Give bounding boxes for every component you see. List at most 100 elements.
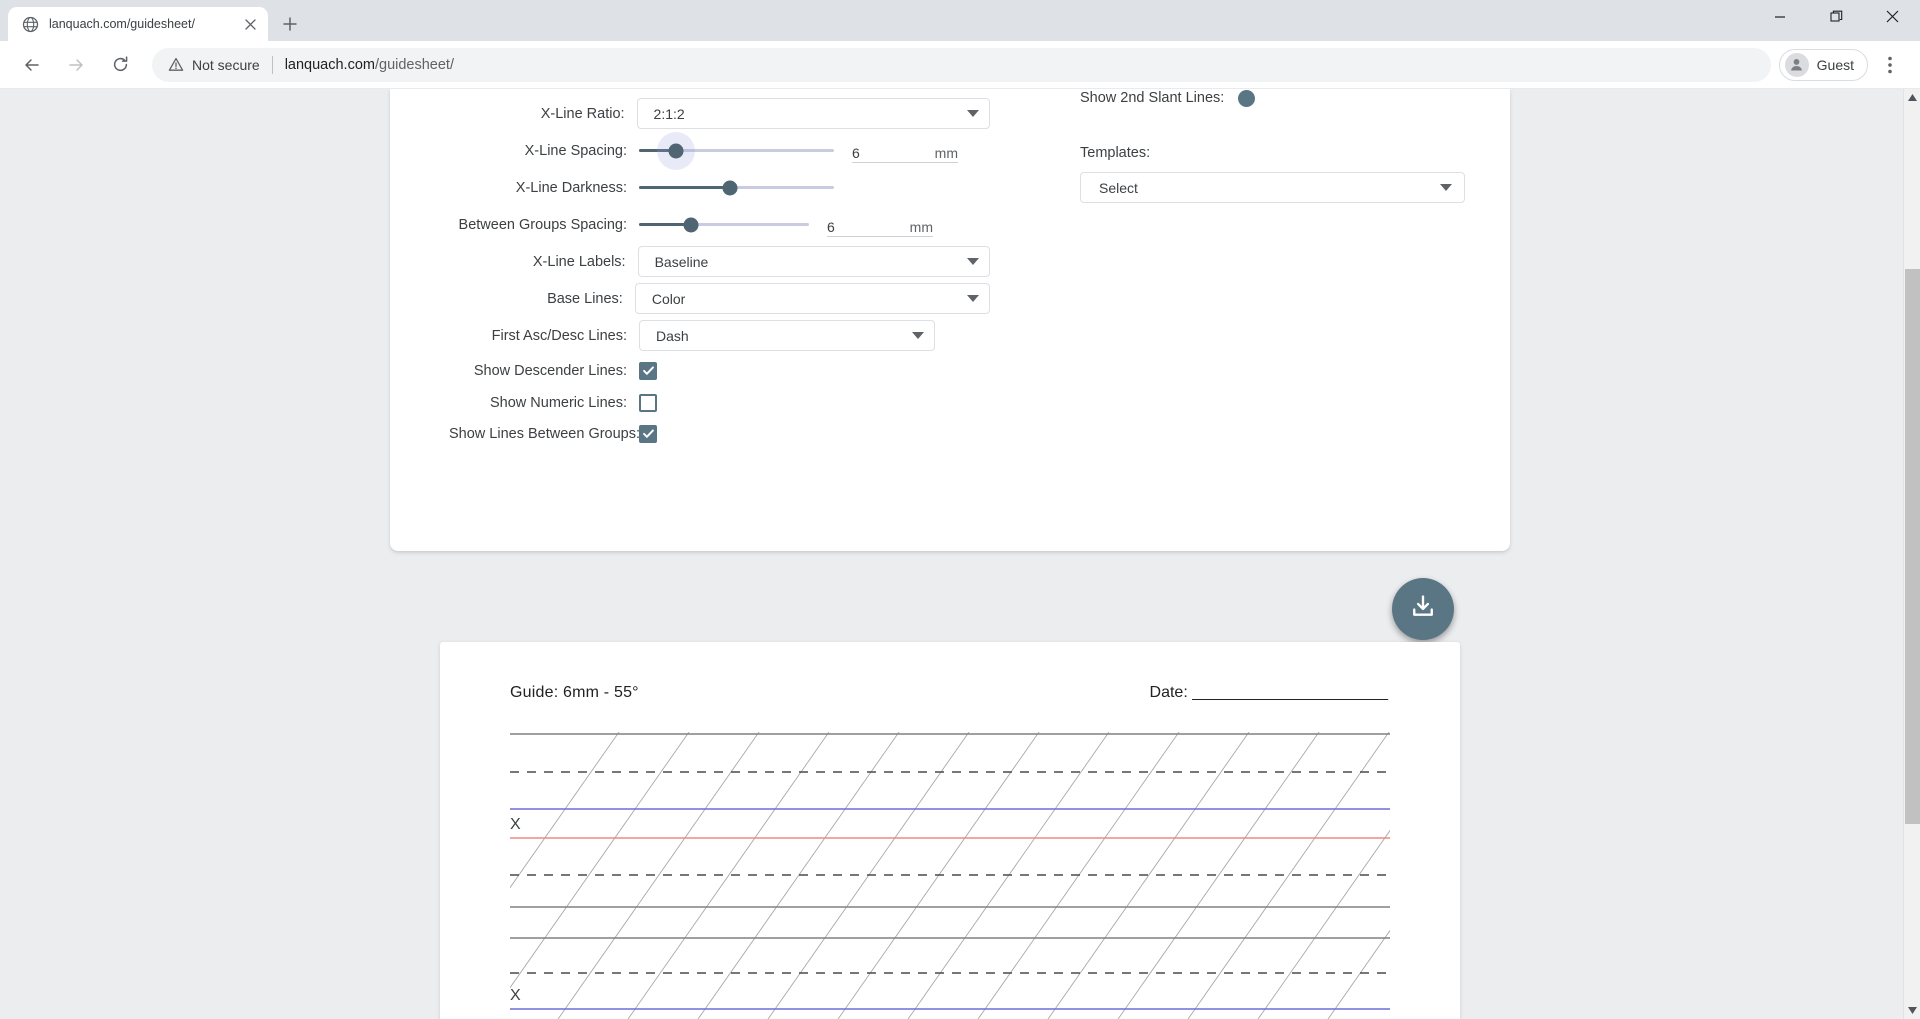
field-label: Show Lines Between Groups: xyxy=(449,425,641,442)
show-descender-lines-checkbox[interactable] xyxy=(639,361,657,380)
tab-close-icon[interactable] xyxy=(240,14,260,34)
select-value: Select xyxy=(1099,179,1138,196)
settings-right-column: Show 2nd Slant Lines: Templates: Select xyxy=(990,89,1510,449)
date-field: Date: ______________________ xyxy=(1150,684,1388,702)
guidesheet-grid: X X xyxy=(510,732,1390,1019)
field-show-lines-between-groups: Show Lines Between Groups: xyxy=(449,418,990,449)
show-2nd-slant-lines-toggle[interactable] xyxy=(1238,89,1256,107)
x-line-spacing-input[interactable]: 6 mm xyxy=(852,139,958,163)
input-value: 6 xyxy=(852,144,860,161)
date-label: Date: xyxy=(1149,684,1188,701)
x-line-label-2: X xyxy=(510,987,521,1004)
field-label: X-Line Darkness: xyxy=(515,179,627,196)
kebab-menu-icon[interactable] xyxy=(1874,49,1906,81)
select-value: 2:1:2 xyxy=(653,105,685,122)
scroll-down-arrow-icon[interactable] xyxy=(1904,1002,1920,1019)
field-x-line-ratio: X-Line Ratio: 2:1:2 xyxy=(449,95,990,132)
field-between-groups-spacing: Between Groups Spacing: 6 mm xyxy=(449,206,990,243)
field-label: Show Descender Lines: xyxy=(473,362,627,379)
minimize-icon[interactable] xyxy=(1752,0,1808,33)
person-avatar-icon xyxy=(1784,52,1809,77)
field-x-line-labels: X-Line Labels: Baseline xyxy=(449,243,990,280)
x-line-labels-select[interactable]: Baseline xyxy=(637,246,990,277)
guide-info: Guide: 6mm - 55° xyxy=(510,684,639,702)
close-icon[interactable] xyxy=(1864,0,1920,33)
between-groups-spacing-input[interactable]: 6 mm xyxy=(827,213,933,237)
scroll-up-arrow-icon[interactable] xyxy=(1904,89,1920,106)
chevron-down-icon xyxy=(967,258,979,265)
slider-thumb[interactable] xyxy=(668,143,684,158)
field-label: Between Groups Spacing: xyxy=(458,216,627,233)
field-label: X-Line Ratio: xyxy=(540,105,625,122)
guide-label: Guide: xyxy=(510,684,559,701)
chevron-down-icon xyxy=(967,295,979,302)
select-value: Dash xyxy=(656,327,689,344)
field-show-2nd-slant-lines: Show 2nd Slant Lines: xyxy=(1080,89,1510,107)
field-base-lines: Base Lines: Color xyxy=(449,280,990,317)
field-show-numeric-lines: Show Numeric Lines: xyxy=(449,387,990,418)
x-line-ratio-select[interactable]: 2:1:2 xyxy=(636,98,990,129)
field-x-line-darkness: X-Line Darkness: xyxy=(449,169,990,206)
select-value: Baseline xyxy=(654,253,709,270)
tab-title: lanquach.com/guidesheet/ xyxy=(49,17,195,31)
show-lines-between-groups-checkbox[interactable] xyxy=(639,424,657,443)
guide-lines-svg xyxy=(510,732,1390,1019)
show-numeric-lines-checkbox[interactable] xyxy=(639,393,657,412)
browser-window: lanquach.com/guidesheet/ Not secure lanq… xyxy=(0,0,1920,1019)
page-viewport: X-Line Ratio: 2:1:2 X-Line Spacing: 6 mm… xyxy=(0,89,1920,1019)
chevron-down-icon xyxy=(912,332,924,339)
slider-thumb[interactable] xyxy=(722,180,738,195)
field-label: Show 2nd Slant Lines: xyxy=(1080,90,1225,106)
url-text: lanquach.com/guidesheet/ xyxy=(285,57,454,73)
browser-toolbar: Not secure lanquach.com/guidesheet/ Gues… xyxy=(0,41,1920,89)
input-value: 6 xyxy=(827,218,835,235)
templates-select[interactable]: Select xyxy=(1080,172,1465,203)
x-line-spacing-slider[interactable] xyxy=(639,131,834,170)
profile-label: Guest xyxy=(1816,56,1854,73)
url-path: /guidesheet/ xyxy=(374,56,454,73)
back-arrow-icon[interactable] xyxy=(15,48,49,82)
templates-label: Templates: xyxy=(1080,145,1151,161)
page-scrollbar[interactable] xyxy=(1903,89,1920,1019)
profile-button[interactable]: Guest xyxy=(1778,48,1868,81)
field-first-asc-desc-lines: First Asc/Desc Lines: Dash xyxy=(449,317,990,354)
security-status-text: Not secure xyxy=(192,56,260,73)
between-groups-spacing-slider[interactable] xyxy=(639,210,809,240)
forward-arrow-icon xyxy=(59,48,93,82)
warning-triangle-icon xyxy=(168,57,184,73)
base-lines-select[interactable]: Color xyxy=(634,283,990,314)
url-host: lanquach.com xyxy=(284,56,375,73)
chevron-down-icon xyxy=(1440,184,1452,191)
field-x-line-spacing: X-Line Spacing: 6 mm xyxy=(449,131,990,170)
settings-card: X-Line Ratio: 2:1:2 X-Line Spacing: 6 mm… xyxy=(390,89,1510,551)
select-value: Color xyxy=(651,290,686,307)
first-asc-desc-lines-select[interactable]: Dash xyxy=(639,320,935,351)
settings-left-column: X-Line Ratio: 2:1:2 X-Line Spacing: 6 mm… xyxy=(390,89,990,449)
x-line-darkness-slider[interactable] xyxy=(639,173,834,203)
reload-icon[interactable] xyxy=(103,48,137,82)
date-blank: ______________________ xyxy=(1192,684,1388,701)
new-tab-button[interactable] xyxy=(276,10,304,38)
chevron-down-icon xyxy=(967,110,979,117)
globe-icon xyxy=(22,16,39,33)
address-bar[interactable]: Not secure lanquach.com/guidesheet/ xyxy=(152,47,1771,82)
slider-thumb[interactable] xyxy=(683,217,699,232)
window-controls xyxy=(1752,0,1920,41)
maximize-icon[interactable] xyxy=(1808,0,1864,33)
field-show-descender-lines: Show Descender Lines: xyxy=(449,354,990,387)
guide-value: 6mm - 55° xyxy=(563,684,639,701)
download-icon xyxy=(1409,593,1437,626)
input-unit: mm xyxy=(909,218,933,235)
omnibox-divider xyxy=(271,55,273,74)
field-label: First Asc/Desc Lines: xyxy=(491,327,627,344)
guidesheet-header: Guide: 6mm - 55° Date: _________________… xyxy=(440,684,1460,702)
browser-tab[interactable]: lanquach.com/guidesheet/ xyxy=(8,7,268,41)
field-label: Base Lines: xyxy=(547,290,623,307)
field-label: X-Line Labels: xyxy=(532,253,626,270)
scrollbar-thumb[interactable] xyxy=(1905,269,1920,824)
x-line-label-1: X xyxy=(510,816,521,833)
guidesheet-preview: Guide: 6mm - 55° Date: _________________… xyxy=(440,642,1460,1019)
field-label: Show Numeric Lines: xyxy=(490,394,627,411)
tab-strip: lanquach.com/guidesheet/ xyxy=(0,0,1920,41)
download-button[interactable] xyxy=(1392,578,1454,640)
